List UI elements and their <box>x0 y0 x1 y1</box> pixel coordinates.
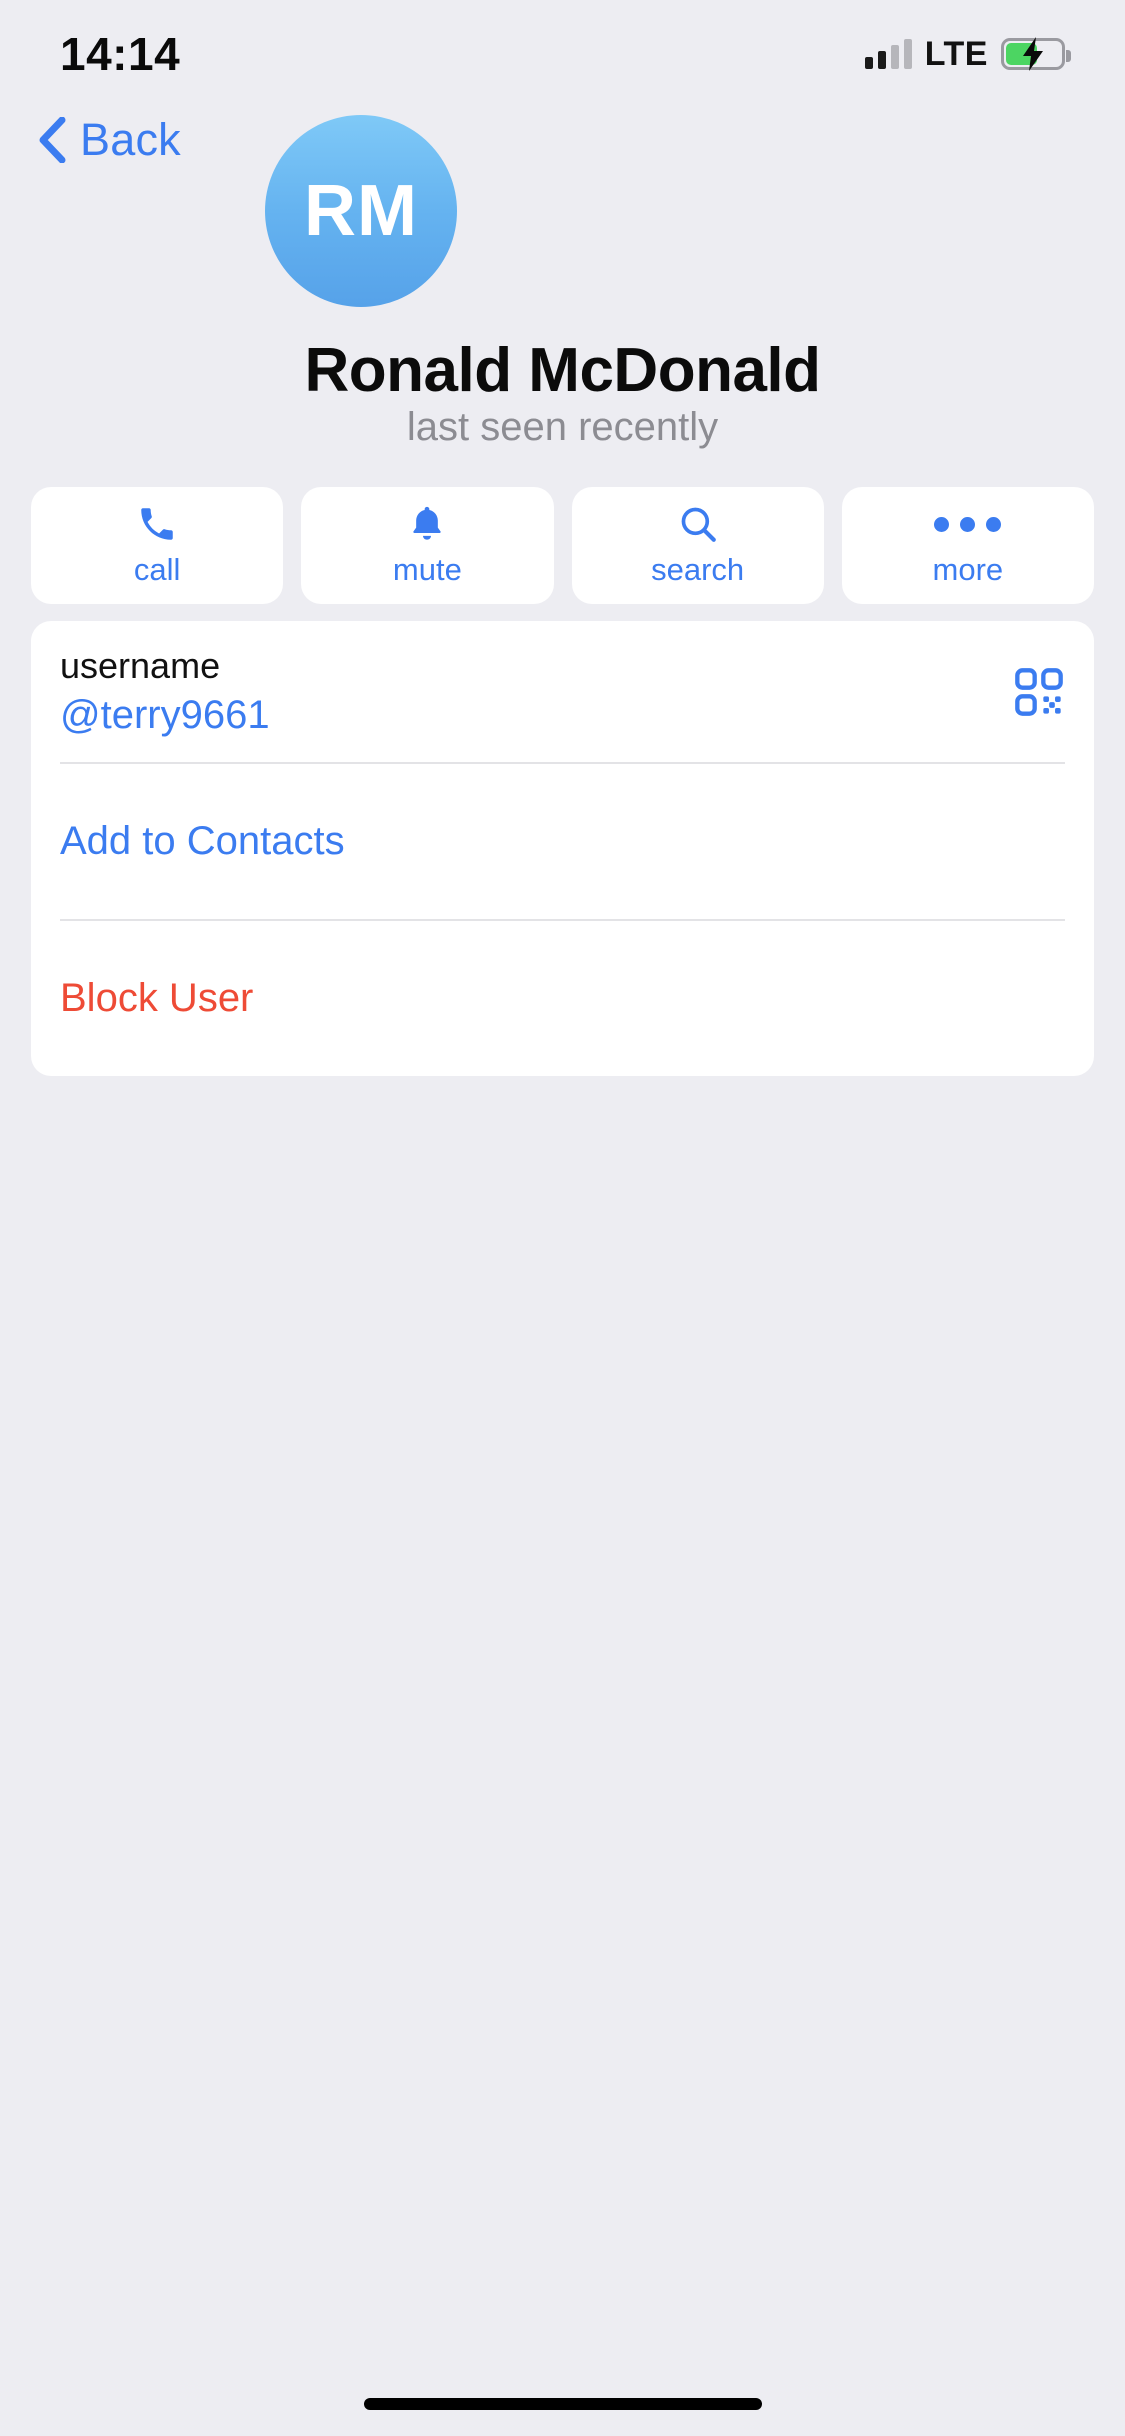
phone-icon <box>136 503 178 545</box>
back-button[interactable]: Back <box>18 100 201 180</box>
qr-code-icon[interactable] <box>1013 666 1065 718</box>
action-button-row: call mute search more <box>31 487 1094 604</box>
status-bar: 14:14 LTE <box>0 0 1125 100</box>
add-to-contacts-label: Add to Contacts <box>60 819 345 863</box>
call-button-label: call <box>133 552 181 587</box>
search-button[interactable]: search <box>571 487 824 604</box>
call-button[interactable]: call <box>31 487 284 604</box>
status-bar-indicators: LTE <box>864 34 1071 74</box>
profile-name: Ronald McDonald <box>304 336 821 405</box>
charging-bolt-icon <box>1023 37 1043 71</box>
mute-button-label: mute <box>392 552 462 587</box>
profile-status: last seen recently <box>406 405 719 449</box>
mute-button[interactable]: mute <box>301 487 554 604</box>
bell-icon <box>407 503 447 545</box>
username-block: username @terry9661 <box>60 645 270 738</box>
block-user-row[interactable]: Block User <box>31 919 1094 1076</box>
back-button-label: Back <box>80 114 181 165</box>
add-to-contacts-row[interactable]: Add to Contacts <box>31 762 1094 919</box>
network-type-label: LTE <box>924 34 988 73</box>
username-label: username <box>60 645 221 686</box>
battery-icon <box>1001 37 1071 71</box>
ellipsis-icon <box>934 503 1002 545</box>
username-row[interactable]: username @terry9661 <box>31 621 1094 762</box>
search-icon <box>677 503 719 545</box>
avatar-initials: RM <box>304 171 418 251</box>
avatar[interactable]: RM <box>265 115 457 307</box>
search-button-label: search <box>651 552 745 587</box>
profile-screen: 14:14 LTE Back RM Ronald McDonald last s… <box>0 0 1125 2436</box>
username-value: @terry9661 <box>60 693 270 737</box>
status-bar-time: 14:14 <box>60 28 181 80</box>
chevron-left-icon <box>39 117 66 163</box>
info-card: username @terry9661 Add to Contacts Bloc… <box>31 621 1094 1076</box>
more-button-label: more <box>932 552 1004 587</box>
block-user-label: Block User <box>60 976 254 1020</box>
cellular-signal-icon <box>864 39 912 69</box>
home-indicator[interactable] <box>363 2398 762 2410</box>
more-button[interactable]: more <box>841 487 1094 604</box>
